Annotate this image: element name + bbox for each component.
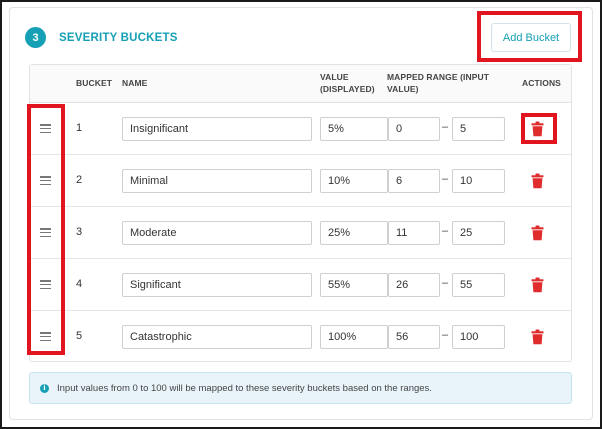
bucket-number: 4: [76, 278, 83, 290]
section-header: 3 SEVERITY BUCKETS: [25, 27, 178, 48]
bucket-value-input[interactable]: [320, 169, 388, 193]
range-min-input[interactable]: [388, 273, 440, 297]
info-banner: i Input values from 0 to 100 will be map…: [29, 372, 572, 404]
range-min-input[interactable]: [388, 117, 440, 141]
trash-icon[interactable]: [531, 225, 544, 241]
drag-handle-icon[interactable]: [40, 280, 51, 289]
range-min-input[interactable]: [388, 221, 440, 245]
table-row: 5 –: [30, 311, 571, 363]
bucket-number: 2: [76, 174, 83, 186]
range-separator: –: [442, 173, 449, 185]
bucket-name-input[interactable]: [122, 117, 312, 141]
bucket-number: 5: [76, 330, 83, 342]
range-min-input[interactable]: [388, 169, 440, 193]
bucket-name-input[interactable]: [122, 273, 312, 297]
trash-icon[interactable]: [531, 173, 544, 189]
table-row: 1 –: [30, 103, 571, 155]
bucket-value-input[interactable]: [320, 325, 388, 349]
range-max-input[interactable]: [452, 169, 505, 193]
trash-icon[interactable]: [531, 277, 544, 293]
table-row: 3 –: [30, 207, 571, 259]
table-row: 4 –: [30, 259, 571, 311]
bucket-value-input[interactable]: [320, 221, 388, 245]
drag-handle-icon[interactable]: [40, 332, 51, 341]
trash-icon[interactable]: [531, 329, 544, 345]
header-value: VALUE (DISPLAYED): [320, 71, 375, 95]
header-actions: ACTIONS: [522, 78, 561, 88]
step-number-badge: 3: [25, 27, 46, 48]
header-bucket: BUCKET: [76, 78, 113, 88]
header-value-line1: VALUE: [320, 72, 349, 82]
range-separator: –: [442, 225, 449, 237]
range-separator: –: [442, 121, 449, 133]
section-title: SEVERITY BUCKETS: [59, 31, 178, 44]
table-header: BUCKET NAME VALUE (DISPLAYED) MAPPED RAN…: [30, 65, 571, 103]
range-max-input[interactable]: [452, 325, 505, 349]
drag-handle-icon[interactable]: [40, 176, 51, 185]
info-text: Input values from 0 to 100 will be mappe…: [57, 382, 432, 394]
header-name: NAME: [122, 78, 148, 88]
trash-icon[interactable]: [531, 121, 544, 137]
bucket-name-input[interactable]: [122, 169, 312, 193]
drag-handle-icon[interactable]: [40, 228, 51, 237]
table-row: 2 –: [30, 155, 571, 207]
range-max-input[interactable]: [452, 221, 505, 245]
bucket-value-input[interactable]: [320, 273, 388, 297]
range-min-input[interactable]: [388, 325, 440, 349]
header-range-line2: VALUE): [387, 84, 419, 94]
header-range-line1: MAPPED RANGE (INPUT: [387, 72, 490, 82]
severity-buckets-table: BUCKET NAME VALUE (DISPLAYED) MAPPED RAN…: [29, 64, 572, 362]
bucket-number: 3: [76, 226, 83, 238]
range-separator: –: [442, 277, 449, 289]
bucket-name-input[interactable]: [122, 325, 312, 349]
range-separator: –: [442, 329, 449, 341]
info-icon: i: [40, 383, 49, 393]
bucket-number: 1: [76, 122, 83, 134]
header-value-line2: (DISPLAYED): [320, 84, 375, 94]
drag-handle-icon[interactable]: [40, 124, 51, 133]
bucket-name-input[interactable]: [122, 221, 312, 245]
add-bucket-button[interactable]: Add Bucket: [491, 23, 571, 52]
range-max-input[interactable]: [452, 273, 505, 297]
bucket-value-input[interactable]: [320, 117, 388, 141]
header-mapped-range: MAPPED RANGE (INPUT VALUE): [387, 71, 489, 95]
range-max-input[interactable]: [452, 117, 505, 141]
